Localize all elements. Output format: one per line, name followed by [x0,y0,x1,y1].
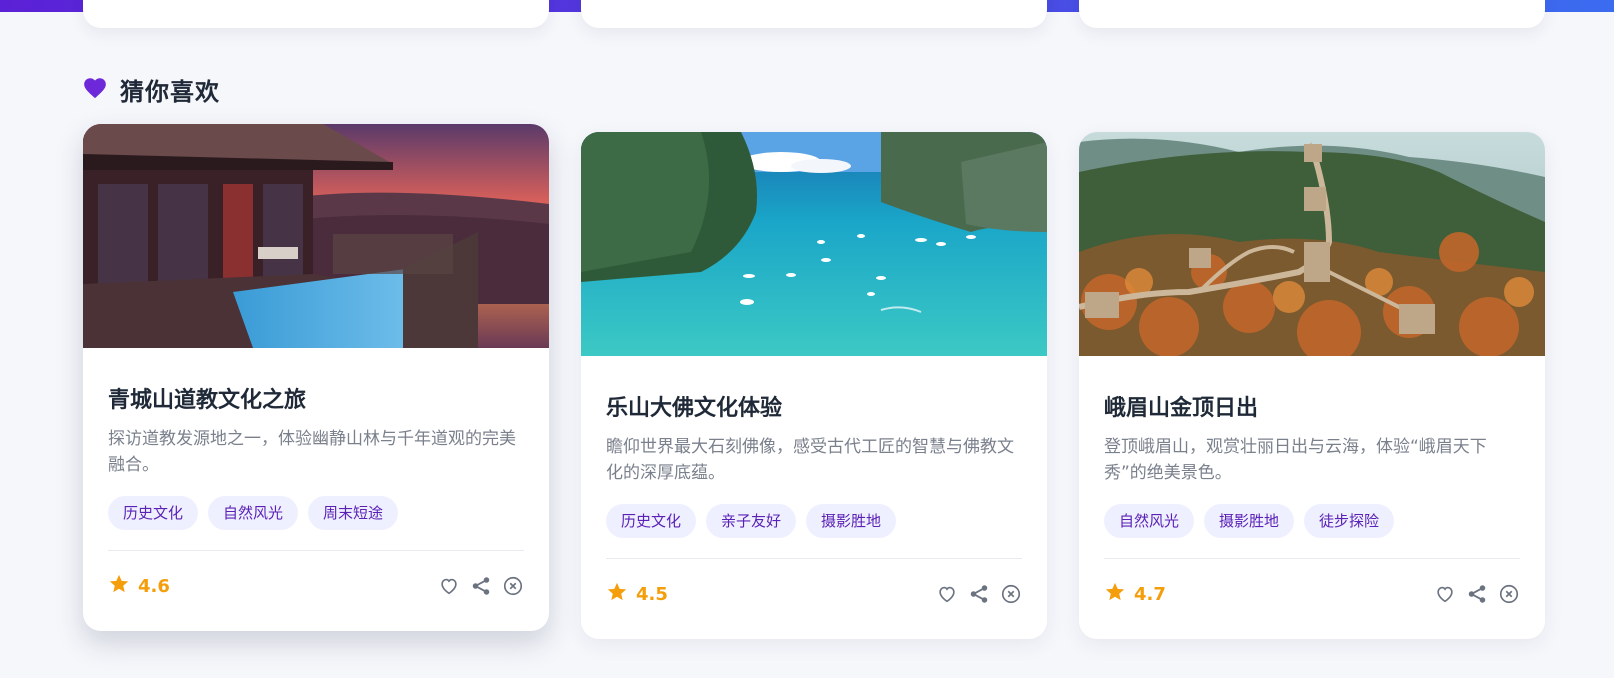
tag[interactable]: 自然风光 [1104,504,1195,538]
heart-icon [82,75,108,105]
tag[interactable]: 摄影胜地 [806,504,897,538]
rating-value: 4.5 [636,583,668,605]
card-title: 乐山大佛文化体验 [606,396,783,421]
tag[interactable]: 徒步探险 [1304,504,1395,538]
card-actions [428,575,524,597]
divider [606,558,1022,559]
card-footer: 4.5 [606,581,1022,607]
tag[interactable]: 自然风光 [208,496,299,530]
section-header: 猜你喜欢 [82,72,220,107]
card-image [83,124,549,348]
tag-list: 自然风光 摄影胜地 徒步探险 [1104,504,1520,538]
close-circle-icon[interactable] [1498,583,1520,605]
tag-list: 历史文化 自然风光 周末短途 [108,496,524,530]
card-title: 青城山道教文化之旅 [108,388,307,413]
rating-value: 4.6 [138,575,170,597]
tag-list: 历史文化 亲子友好 摄影胜地 [606,504,1022,538]
card-actions [926,583,1022,605]
tag[interactable]: 亲子友好 [706,504,797,538]
card-footer: 4.6 [108,573,524,599]
heart-outline-icon[interactable] [936,583,958,605]
heart-outline-icon[interactable] [1434,583,1456,605]
recommendation-card[interactable]: 青城山道教文化之旅 探访道教发源地之一，体验幽静山林与千年道观的完美融合。 历史… [83,124,549,631]
heart-outline-icon[interactable] [438,575,460,597]
card-title: 峨眉山金顶日出 [1104,396,1259,421]
share-icon[interactable] [470,575,492,597]
rating: 4.5 [606,581,668,607]
card-image [1079,132,1545,356]
share-icon[interactable] [1466,583,1488,605]
card-actions [1424,583,1520,605]
card-description: 瞻仰世界最大石刻佛像，感受古代工匠的智慧与佛教文化的深厚底蕴。 [606,437,1014,483]
card-footer: 4.7 [1104,581,1520,607]
close-circle-icon[interactable] [1000,583,1022,605]
recommendation-card[interactable]: 峨眉山金顶日出 登顶峨眉山，观赏壮丽日出与云海，体验“峨眉天下秀”的绝美景色。 … [1079,132,1545,639]
recommendation-card[interactable]: 乐山大佛文化体验 瞻仰世界最大石刻佛像，感受古代工匠的智慧与佛教文化的深厚底蕴。… [581,132,1047,639]
tag[interactable]: 历史文化 [606,504,697,538]
star-icon [606,581,628,607]
card-description: 登顶峨眉山，观赏壮丽日出与云海，体验“峨眉天下秀”的绝美景色。 [1104,437,1487,483]
share-icon[interactable] [968,583,990,605]
previous-card-bottom [1079,0,1545,28]
rating: 4.6 [108,573,170,599]
rating-value: 4.7 [1134,583,1166,605]
divider [108,550,524,551]
close-circle-icon[interactable] [502,575,524,597]
tag[interactable]: 历史文化 [108,496,199,530]
previous-card-bottom [83,0,549,28]
star-icon [108,573,130,599]
tag[interactable]: 周末短途 [308,496,399,530]
rating: 4.7 [1104,581,1166,607]
divider [1104,558,1520,559]
previous-card-bottom [581,0,1047,28]
section-title: 猜你喜欢 [120,78,220,106]
card-description: 探访道教发源地之一，体验幽静山林与千年道观的完美融合。 [108,429,516,475]
star-icon [1104,581,1126,607]
tag[interactable]: 摄影胜地 [1204,504,1295,538]
card-image [581,132,1047,356]
